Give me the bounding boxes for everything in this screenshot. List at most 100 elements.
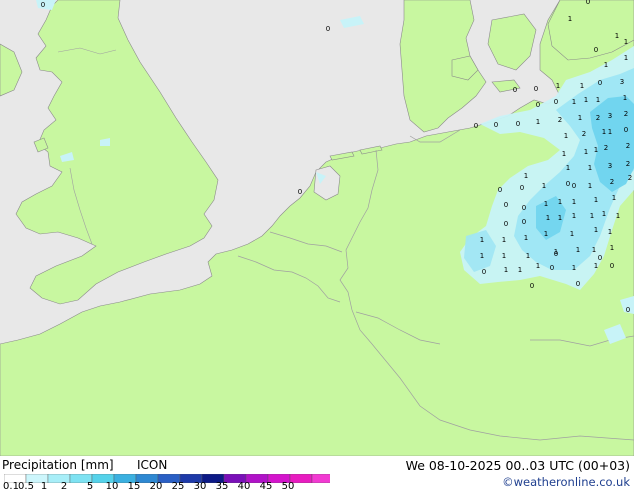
precip-label: 0: [566, 180, 570, 188]
precipitation-map: 0 1 0 0 1 1 1 0 1 1 1 0 3 0 0 0 0 1 1 1 …: [0, 0, 634, 456]
precip-label: 0: [41, 1, 45, 9]
precip-label: 0: [572, 182, 576, 190]
colorbar-tick-label: 2: [60, 481, 68, 492]
precip-label: 1: [542, 182, 546, 190]
map-footer: Precipitation [mm] ICON We 08-10-2025 00…: [0, 456, 634, 492]
colorbar-tick-label: 20: [149, 481, 163, 492]
precip-label: 1: [564, 132, 568, 140]
precip-label: 1: [572, 98, 576, 106]
precip-label: 1: [584, 148, 588, 156]
precip-label: 0: [626, 306, 630, 314]
precip-label: 0: [494, 121, 498, 129]
colorbar-tick-label: 30: [193, 481, 207, 492]
precip-label: 1: [588, 182, 592, 190]
precip-label: 1: [568, 15, 572, 23]
precip-label: 0: [522, 218, 526, 226]
precip-label: 1: [556, 82, 560, 90]
precip-label: 1: [502, 236, 506, 244]
precip-label: 3: [608, 112, 612, 120]
precip-label: 1: [524, 234, 528, 242]
colorbar-tick-label: 25: [171, 481, 185, 492]
precip-label: 3: [608, 162, 612, 170]
precip-label: 1: [580, 82, 584, 90]
precip-label: 2: [626, 142, 630, 150]
colorbar-tick-label: 5: [86, 481, 94, 492]
precip-label: 1: [594, 226, 598, 234]
precip-label: 0: [594, 46, 598, 54]
precip-label: 0: [576, 280, 580, 288]
credit-link[interactable]: ©weatheronline.co.uk: [502, 475, 630, 489]
precip-label: 1: [570, 230, 574, 238]
valid-time: We 08-10-2025 00..03 UTC (00+03): [405, 458, 630, 473]
precip-label: 1: [536, 262, 540, 270]
precip-label: 1: [602, 210, 606, 218]
precip-label: 1: [572, 264, 576, 272]
colorbar-tick-label: 15: [127, 481, 141, 492]
precip-label: 0: [482, 268, 486, 276]
precip-label: 1: [504, 266, 508, 274]
precip-label: 0: [504, 201, 508, 209]
precip-label: 1: [608, 128, 612, 136]
precip-label: 1: [566, 164, 570, 172]
precip-label: 1: [502, 252, 506, 260]
colorbar-tick-label: 45: [259, 481, 273, 492]
precip-label: 1: [610, 244, 614, 252]
precip-label: 1: [558, 198, 562, 206]
precip-label: 0: [530, 282, 534, 290]
precip-label: 1: [572, 198, 576, 206]
precip-label: 0: [534, 85, 538, 93]
colorbar-tick-label: 1: [40, 481, 48, 492]
precip-label: 0: [513, 86, 517, 94]
precip-label: 1: [480, 252, 484, 260]
precip-label: 1: [615, 32, 619, 40]
precip-label: 0: [298, 188, 302, 196]
precip-label: 2: [624, 110, 628, 118]
precip-label: 0: [504, 220, 508, 228]
precip-label: 3: [620, 78, 624, 86]
precip-label: 1: [594, 146, 598, 154]
precip-label: 1: [588, 164, 592, 172]
precip-label: 1: [608, 228, 612, 236]
precip-label: 1: [624, 54, 628, 62]
colorbar-tick-label: 40: [237, 481, 251, 492]
precip-label: 2: [604, 144, 608, 152]
precip-label: 2: [582, 130, 586, 138]
precip-label: 0: [624, 126, 628, 134]
precip-label: 0: [520, 184, 524, 192]
colorbar-tick-label: 10: [105, 481, 119, 492]
precip-label: 1: [594, 262, 598, 270]
precip-label: 0: [326, 25, 330, 33]
precip-label: 1: [623, 94, 627, 102]
colorbar-tick-label: 0.5: [18, 481, 34, 492]
precip-label: 1: [526, 252, 530, 260]
precip-label: 2: [596, 114, 600, 122]
precip-label: 2: [628, 174, 632, 182]
precip-label: 2: [610, 178, 614, 186]
precip-label: 0: [610, 262, 614, 270]
precip-label: 1: [612, 194, 616, 202]
precip-label: 1: [536, 118, 540, 126]
colorbar-tick-label: 35: [215, 481, 229, 492]
precip-label: 0: [522, 204, 526, 212]
precip-label: 0: [536, 101, 540, 109]
precip-label: 1: [518, 266, 522, 274]
precip-label: 0: [550, 264, 554, 272]
precip-label: 1: [524, 172, 528, 180]
precip-label: 1: [558, 214, 562, 222]
colorbar-tick-label: 50: [281, 481, 295, 492]
precip-label: 0: [498, 186, 502, 194]
precip-label: 1: [604, 61, 608, 69]
precip-label: 1: [562, 150, 566, 158]
precip-label: 0: [554, 98, 558, 106]
precip-label: 0: [516, 120, 520, 128]
colorbar-tick-label: 0.1: [3, 481, 19, 492]
precip-label: 1: [602, 128, 606, 136]
precip-label: 0: [598, 79, 602, 87]
precip-label: 1: [576, 246, 580, 254]
model-name: ICON: [137, 458, 168, 472]
precip-label: 1: [578, 114, 582, 122]
precip-label: 0: [554, 250, 558, 258]
precip-label: 1: [624, 38, 628, 46]
precip-label: 1: [584, 96, 588, 104]
precip-label: 1: [544, 230, 548, 238]
